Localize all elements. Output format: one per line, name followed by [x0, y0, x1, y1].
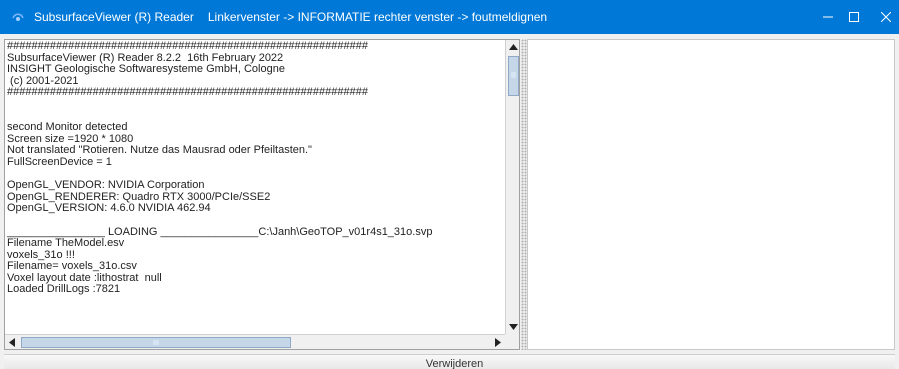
- delete-button[interactable]: Verwijderen: [4, 354, 895, 369]
- close-button[interactable]: [872, 0, 899, 34]
- scroll-up-button[interactable]: [506, 40, 519, 54]
- log-line: INSIGHT Geologische Softwaresysteme GmbH…: [7, 63, 285, 76]
- info-panel: ########################################…: [4, 39, 520, 350]
- scroll-right-button[interactable]: [491, 335, 505, 349]
- arrow-right-icon: [495, 338, 501, 347]
- log-line: Filename TheModel.esv: [7, 237, 125, 250]
- log-line: ########################################…: [7, 41, 368, 52]
- log-line: second Monitor detected: [7, 121, 128, 134]
- scrollbar-corner: [505, 334, 519, 349]
- maximize-button[interactable]: [831, 0, 877, 34]
- main-content: ########################################…: [0, 34, 899, 352]
- window-subtitle: Linkervenster -> INFORMATIE rechter vens…: [207, 10, 548, 24]
- scroll-left-button[interactable]: [5, 335, 19, 349]
- horizontal-scroll-thumb[interactable]: [21, 337, 291, 348]
- app-icon: [11, 10, 25, 24]
- log-line: Loaded DrillLogs :7821: [7, 283, 121, 296]
- arrow-left-icon: [9, 338, 15, 347]
- horizontal-scrollbar[interactable]: [5, 334, 505, 349]
- log-line: OpenGL_VENDOR: NVIDIA Corporation: [7, 179, 205, 192]
- vertical-scrollbar[interactable]: [505, 40, 519, 334]
- log-line: OpenGL_VERSION: 4.6.0 NVIDIA 462.94: [7, 202, 211, 215]
- arrow-up-icon: [509, 44, 518, 50]
- log-line: ########################################…: [7, 86, 368, 99]
- delete-button-label: Verwijderen: [425, 358, 484, 369]
- window-title: SubsurfaceViewer (R) Reader Linkervenster…: [34, 10, 547, 24]
- arrow-down-icon: [509, 324, 518, 330]
- vertical-scroll-thumb[interactable]: [508, 56, 519, 96]
- app-name: SubsurfaceViewer (R) Reader: [34, 10, 194, 24]
- maximize-icon: [849, 12, 859, 22]
- log-line: FullScreenDevice = 1: [7, 155, 112, 168]
- scroll-down-button[interactable]: [506, 320, 519, 334]
- info-log[interactable]: ########################################…: [7, 41, 504, 333]
- error-panel[interactable]: [527, 39, 895, 350]
- close-icon: [880, 12, 891, 22]
- title-bar[interactable]: SubsurfaceViewer (R) Reader Linkervenster…: [0, 0, 899, 34]
